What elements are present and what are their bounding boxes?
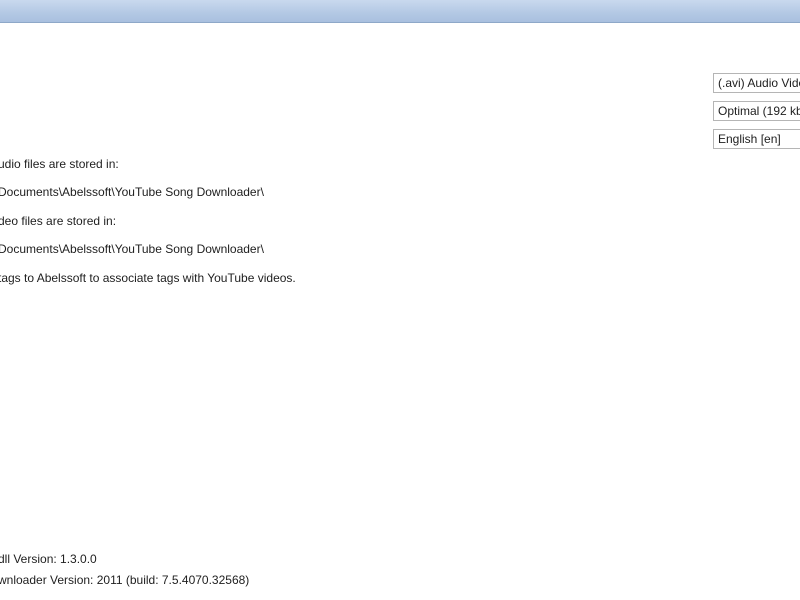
audio-folder-path[interactable]: Documents\Abelssoft\YouTube Song Downloa… xyxy=(0,184,264,200)
tags-option-text: tags to Abelssoft to associate tags with… xyxy=(0,271,296,285)
video-folder-label: deo files are stored in: xyxy=(0,214,117,228)
audio-quality-select[interactable]: Optimal (192 kbps) xyxy=(713,101,800,121)
dll-version-text: dll Version: 1.3.0.0 xyxy=(0,552,97,566)
language-select[interactable]: English [en] xyxy=(713,129,800,149)
audio-format-select[interactable]: (.avi) Audio Video xyxy=(713,73,800,93)
window-titlebar[interactable] xyxy=(0,0,800,23)
app-version-text: wnloader Version: 2011 (build: 7.5.4070.… xyxy=(0,573,250,587)
audio-folder-label: udio files are stored in: xyxy=(0,157,119,171)
video-folder-path[interactable]: Documents\Abelssoft\YouTube Song Downloa… xyxy=(0,241,264,257)
